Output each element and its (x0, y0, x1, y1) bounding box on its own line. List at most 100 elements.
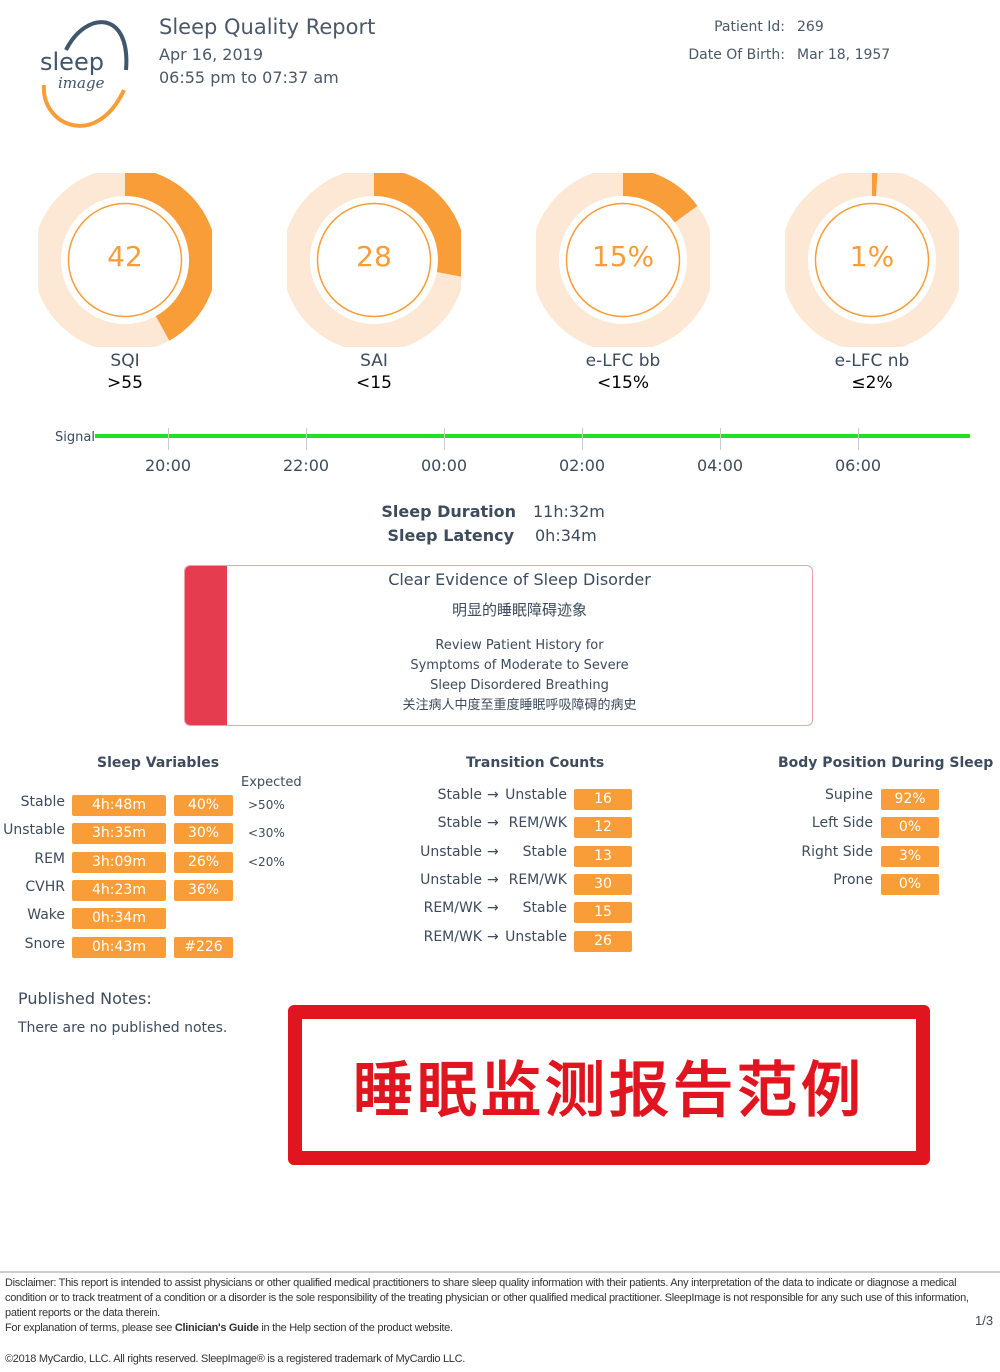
dob: Mar 18, 1957 (797, 47, 891, 63)
body-position-title: Body Position During Sleep (778, 755, 994, 771)
alert-line: Review Patient History for (435, 638, 604, 653)
time-tick (582, 428, 583, 450)
transition-from: Stable (437, 815, 482, 832)
time-tick (858, 428, 859, 450)
position-label: Supine (824, 787, 873, 803)
position-label: Left Side (811, 815, 873, 832)
explain-text: in the Help section of the product websi… (258, 1322, 453, 1334)
alert-line: Sleep Disordered Breathing (430, 678, 609, 693)
transition-from: Unstable (420, 843, 482, 860)
sleep-duration-label: Sleep Duration (381, 502, 516, 521)
time-tick (168, 428, 169, 450)
transition-counts-title: Transition Counts (466, 755, 605, 771)
variable-label: Wake (27, 907, 65, 924)
gauge-value: 28 (356, 240, 392, 273)
transition-to: REM/WK (508, 871, 567, 888)
alert-title: Clear Evidence of Sleep Disorder (388, 570, 651, 589)
position-pct: 92% (881, 789, 939, 810)
stamp-text: 睡眠监测报告范例 (353, 1055, 865, 1126)
variable-time: 3h:35m (72, 823, 166, 845)
arrow-icon: → (487, 815, 499, 832)
logo: sleep image (36, 10, 136, 140)
variable-expected: >50% (248, 798, 285, 812)
transition-to: Stable (522, 843, 567, 860)
transition-to: REM/WK (508, 815, 567, 832)
transition-from: REM/WK (423, 928, 482, 945)
arrow-icon: → (487, 871, 499, 888)
alert-title-cn: 明显的睡眠障碍迹象 (451, 601, 587, 619)
patient-id: 269 (797, 19, 824, 35)
alert-color-bar (185, 566, 227, 725)
gauge-name: e-LFC bb (585, 351, 661, 371)
transition-to: Unstable (505, 928, 567, 945)
sample-stamp: 睡眠监测报告范例 (288, 1005, 930, 1165)
gauge-value: 15% (591, 240, 655, 273)
position-pct: 3% (881, 845, 939, 867)
patient-id-label: Patient Id: (714, 19, 785, 35)
arrow-icon: → (487, 787, 499, 803)
transition-to: Stable (522, 900, 567, 917)
transition-count: 16 (574, 789, 632, 810)
transition-count: 12 (574, 817, 632, 839)
variable-pct: 40% (174, 795, 233, 816)
alert-line: Symptoms of Moderate to Severe (410, 658, 629, 673)
expected-label: Expected (241, 775, 302, 790)
signal-label: Signal (55, 430, 95, 445)
sleep-latency-label: Sleep Latency (387, 526, 514, 545)
variable-time: 3h:09m (72, 851, 166, 873)
transition-count: 13 (574, 845, 632, 867)
logo-subtext: image (58, 74, 105, 92)
time-label: 02:00 (558, 456, 606, 475)
explain-text: For explanation of terms, please see (5, 1322, 175, 1334)
variable-pct: 36% (174, 879, 233, 901)
explanation: For explanation of terms, please see Cli… (5, 1321, 980, 1336)
variable-label: Stable (20, 794, 65, 810)
clinicians-guide-link[interactable]: Clinician's Guide (175, 1322, 259, 1334)
gauge-target: <15% (596, 373, 650, 393)
variable-time: 4h:48m (72, 795, 166, 816)
variable-pct: #226 (174, 936, 233, 958)
position-label: Prone (833, 871, 873, 888)
gauge-name: e-LFC nb (834, 351, 910, 371)
alert-message: Review Patient History for Symptoms of M… (227, 636, 812, 716)
variable-label: REM (34, 850, 65, 867)
arrow-icon: → (487, 900, 499, 917)
variable-time: 0h:34m (72, 908, 166, 930)
time-tick (306, 428, 307, 450)
transition-count: 26 (574, 930, 632, 952)
logo-text: sleep (40, 48, 104, 76)
variable-label: Unstable (3, 822, 65, 839)
variable-time: 4h:23m (72, 879, 166, 901)
position-pct: 0% (881, 817, 939, 839)
time-tick (720, 428, 721, 450)
report-time-range: 06:55 pm to 07:37 am (159, 68, 339, 87)
transition-count: 15 (574, 902, 632, 924)
gauge-name: SAI (360, 351, 388, 371)
sleep-latency: 0h:34m (535, 526, 597, 545)
gauge-name: SQI (110, 351, 140, 371)
time-label: 04:00 (696, 456, 744, 475)
sleep-duration: 11h:32m (533, 502, 605, 521)
variable-expected: <30% (248, 826, 285, 841)
time-label: 22:00 (282, 456, 330, 475)
variable-pct: 30% (174, 823, 233, 845)
copyright: ©2018 MyCardio, LLC. All rights reserved… (5, 1353, 466, 1365)
gauge-target: <15 (356, 373, 392, 393)
page-number: 1/3 (975, 1313, 994, 1328)
variable-label: Snore (24, 935, 65, 952)
time-label: 00:00 (420, 456, 468, 475)
arrow-icon: → (487, 843, 499, 860)
gauge-target: ≤2% (851, 373, 893, 393)
transition-from: REM/WK (423, 900, 482, 917)
dob-label: Date Of Birth: (688, 47, 785, 63)
arrow-icon: → (487, 928, 499, 945)
transition-from: Unstable (420, 871, 482, 888)
alert-line-cn: 关注病人中度至重度睡眠呼吸障碍的病史 (402, 698, 637, 713)
time-label: 20:00 (144, 456, 192, 475)
signal-bar (95, 434, 970, 438)
transition-from: Stable (437, 787, 482, 803)
report-title: Sleep Quality Report (159, 15, 376, 39)
time-label: 06:00 (834, 456, 882, 475)
variable-pct: 26% (174, 851, 233, 873)
sleep-variables-title: Sleep Variables (97, 755, 220, 771)
